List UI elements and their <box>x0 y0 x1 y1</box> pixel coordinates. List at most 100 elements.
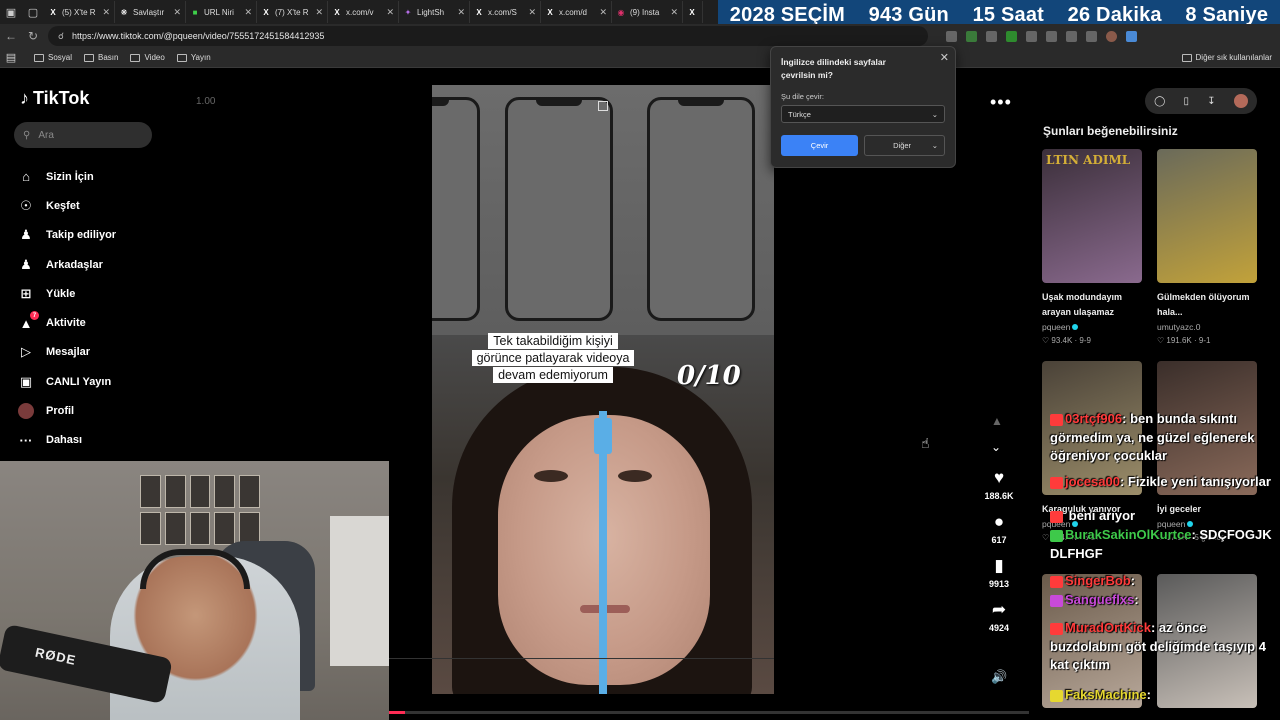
tab-title: x.com/d <box>559 7 588 17</box>
sidebar-item-label: CANLI Yayın <box>46 375 112 388</box>
browser-tab[interactable]: Xx.com/S ✕ <box>470 1 541 23</box>
sidebar-item-live[interactable]: ▣ CANLI Yayın <box>18 367 116 396</box>
site-info-icon[interactable]: ☌ <box>58 31 64 42</box>
translate-button[interactable]: Çevir <box>781 135 859 156</box>
browser-tab[interactable]: Xx.com/v ✕ <box>328 1 399 23</box>
chat-username: SingerBob <box>1065 573 1131 588</box>
sidebar-item-more-dots[interactable]: ··· Dahası <box>18 426 116 455</box>
user-badge-icon <box>1050 594 1063 607</box>
user-avatar-icon[interactable] <box>1233 94 1248 108</box>
next-video-icon[interactable]: ⌄ <box>991 440 1001 454</box>
recommended-video-card[interactable]: Gülmekden ölüyorum hala... umutyazc.0 ♡ 19… <box>1157 149 1257 348</box>
sidebar-item-compass[interactable]: ☉ Keşfet <box>18 191 116 220</box>
share-button[interactable]: ➦ 4924 <box>980 600 1018 633</box>
bookmark-label: Video <box>144 53 165 62</box>
close-tab-icon[interactable]: ✕ <box>457 7 465 18</box>
search-box[interactable]: ⚲ <box>14 122 152 148</box>
bookmark-video[interactable]: Video <box>130 53 165 62</box>
close-tab-icon[interactable]: ✕ <box>599 7 607 18</box>
video-author[interactable]: umutyazc.0 <box>1157 320 1257 334</box>
sidebar-item-upload[interactable]: ⊞ Yükle <box>18 279 116 308</box>
like-button[interactable]: ♥ 188.6K <box>980 468 1018 501</box>
sidebar-item-message[interactable]: ▷ Mesajlar <box>18 338 116 367</box>
bookmark-basin[interactable]: Basın <box>84 53 118 62</box>
sidebar-item-following[interactable]: ♟ Takip ediliyor <box>18 221 116 250</box>
sidebar-item-home[interactable]: ⌂ Sizin İçin <box>18 162 116 191</box>
browser-tab[interactable]: ✦ LightSh ✕ <box>399 1 470 23</box>
close-icon[interactable]: ✕ <box>940 51 949 64</box>
comment-button[interactable]: ● 617 <box>980 512 1018 545</box>
mouse-cursor-icon: ☝ <box>921 435 930 451</box>
favorites-icon[interactable] <box>1086 30 1097 42</box>
recommended-video-card[interactable]: LTIN ADIML Uşak modundayım arayan ulaşama… <box>1042 149 1142 348</box>
video-thumbnail[interactable] <box>1157 149 1257 283</box>
browser-tab[interactable]: ◉ (9) Insta ✕ <box>612 1 683 23</box>
close-tab-icon[interactable]: ✕ <box>315 7 323 18</box>
tiktok-logo[interactable]: ♪ TikTok <box>20 88 89 109</box>
volume-icon[interactable]: 🔊 <box>991 669 1007 685</box>
sidebar-item-label: Mesajlar <box>46 346 91 359</box>
browser-tab[interactable]: ■ URL Niri ✕ <box>186 1 257 23</box>
explore-icon[interactable]: ◯ <box>1154 96 1165 107</box>
chat-message: 03rtçf906: ben bunda sıkıntı görmedim ya… <box>1050 411 1255 463</box>
bookmark-yayin[interactable]: Yayın <box>176 53 211 62</box>
search-input[interactable] <box>38 129 139 141</box>
video-title[interactable]: Gülmekden ölüyorum hala... <box>1157 290 1257 320</box>
language-select[interactable]: Türkçe ⌄ <box>781 105 945 123</box>
browser-tab[interactable]: X (5) X'te R ✕ <box>44 1 115 23</box>
close-tab-icon[interactable]: ✕ <box>102 7 110 18</box>
sidebar-item-label: Takip ediliyor <box>46 229 117 242</box>
instagram-icon: ◉ <box>617 7 625 17</box>
playback-speed[interactable]: 1.00 <box>196 96 215 107</box>
sidebar-item-bell[interactable]: ▲ 7 Aktivite <box>18 308 116 337</box>
browser-tab[interactable]: X <box>683 1 703 23</box>
close-tab-icon[interactable]: ✕ <box>244 7 252 18</box>
video-title[interactable]: İyi geceler <box>1157 502 1257 517</box>
video-author[interactable]: pqueen <box>1042 320 1142 334</box>
other-options-button[interactable]: Diğer ⌄ <box>864 135 945 156</box>
video-frame[interactable]: Tek takabildiğim kişiyi görünce patlayar… <box>432 85 774 694</box>
share-count: 4924 <box>988 623 1010 633</box>
mobile-app-icon[interactable]: ▯ <box>1184 96 1190 107</box>
extension-icon[interactable] <box>1046 30 1057 42</box>
translate-popup-title: İngilizce dilindeki sayfalar çevrilsin m… <box>781 57 886 80</box>
video-progress-bar[interactable] <box>389 711 1029 714</box>
other-bookmarks[interactable]: Diğer sık kullanılanlar <box>1181 53 1272 62</box>
sidebar-item-friends[interactable]: ♟ Arkadaşlar <box>18 250 116 279</box>
extension-icon[interactable] <box>1066 30 1077 42</box>
picture-in-picture-icon[interactable] <box>598 101 608 111</box>
extension-icon[interactable] <box>1006 30 1017 42</box>
heart-outline-icon: ♡ <box>1042 336 1050 345</box>
reading-list-icon[interactable]: ▤ <box>0 48 22 68</box>
bookmark-sosyal[interactable]: Sosyal <box>34 53 72 62</box>
back-arrow-icon[interactable]: ← <box>0 29 22 43</box>
browser-tab[interactable]: ❋ Savlaştır ✕ <box>115 1 186 23</box>
extension-icon[interactable] <box>986 30 997 42</box>
chat-message: Sangueflxs: <box>1050 591 1139 610</box>
url-field[interactable]: ☌ https://www.tiktok.com/@pqueen/video/7… <box>48 26 928 46</box>
extension-icon[interactable] <box>946 30 957 42</box>
tab-title: x.com/S <box>488 7 517 17</box>
save-button[interactable]: ▮ 9913 <box>980 556 1018 589</box>
close-tab-icon[interactable]: ✕ <box>386 7 394 18</box>
close-tab-icon[interactable]: ✕ <box>173 7 181 18</box>
video-title[interactable]: Uşak modundayım arayan ulaşamaz <box>1042 290 1142 320</box>
sidebar-item-avatar[interactable]: Profil <box>18 396 116 425</box>
browser-tab[interactable]: X (7) X'te R ✕ <box>257 1 328 23</box>
copilot-icon[interactable] <box>1126 30 1137 42</box>
workspaces-icon[interactable]: ▣ <box>0 0 22 24</box>
browser-tab[interactable]: Xx.com/d ✕ <box>541 1 612 23</box>
sidebar-item-label: Aktivite <box>46 317 86 330</box>
download-icon[interactable]: ↧ <box>1207 96 1215 107</box>
tab-actions-icon[interactable]: ▢ <box>22 0 44 24</box>
extension-icon[interactable] <box>1026 30 1037 42</box>
extension-icon[interactable] <box>966 30 977 42</box>
reload-icon[interactable]: ↻ <box>22 29 44 43</box>
profile-avatar-icon[interactable] <box>1106 30 1117 42</box>
video-thumbnail[interactable]: LTIN ADIML <box>1042 149 1142 283</box>
close-tab-icon[interactable]: ✕ <box>528 7 536 18</box>
more-options-icon[interactable]: ••• <box>990 92 1012 113</box>
chevron-down-icon: ⌄ <box>931 109 938 119</box>
close-tab-icon[interactable]: ✕ <box>670 7 678 18</box>
previous-video-icon[interactable]: ▲ <box>991 414 1003 428</box>
